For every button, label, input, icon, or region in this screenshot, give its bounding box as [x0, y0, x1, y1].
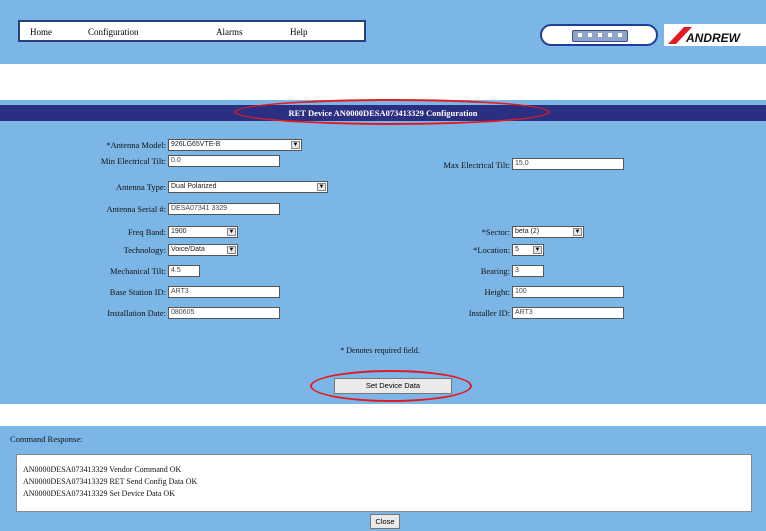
lower-band: [0, 404, 766, 426]
device-logo: [540, 24, 658, 46]
nav-help[interactable]: Help: [290, 27, 308, 37]
chevron-down-icon: ▼: [533, 246, 542, 254]
chevron-down-icon: ▼: [227, 228, 236, 236]
location-label: *Location:: [473, 245, 510, 255]
height-field[interactable]: 100: [512, 286, 624, 298]
antenna-model-select[interactable]: 926LG65VTE-B ▼: [168, 139, 302, 151]
antenna-model-label: *Antenna Model:: [106, 140, 166, 150]
response-line: AN0000DESA073413329 Set Device Data OK: [23, 489, 175, 498]
andrew-logo-text: ANDREW: [686, 31, 740, 45]
andrew-logo: ANDREW: [664, 24, 766, 46]
bearing-label: Bearing:: [480, 266, 510, 276]
installer-id-label: Installer ID:: [468, 308, 510, 318]
chevron-down-icon: ▼: [317, 183, 326, 191]
response-line: AN0000DESA073413329 RET Send Config Data…: [23, 477, 198, 486]
chevron-down-icon: ▼: [573, 228, 582, 236]
response-line: AN0000DESA073413329 Vendor Command OK: [23, 465, 182, 474]
nav-alarms[interactable]: Alarms: [216, 27, 243, 37]
max-tilt-label: Max Electrical Tilt:: [443, 160, 510, 170]
technology-select[interactable]: Voice/Data ▼: [168, 244, 238, 256]
base-station-field[interactable]: ART3: [168, 286, 280, 298]
antenna-serial-field[interactable]: DESA07341 3329: [168, 203, 280, 215]
config-title: RET Device AN0000DESA073413329 Configura…: [288, 108, 478, 118]
freq-band-select[interactable]: 1900 ▼: [168, 226, 238, 238]
antenna-type-select[interactable]: Dual Polarized ▼: [168, 181, 328, 193]
nav-home[interactable]: Home: [30, 27, 52, 37]
top-band: [0, 64, 766, 100]
config-title-bar: RET Device AN0000DESA073413329 Configura…: [0, 105, 766, 121]
technology-label: Technology:: [123, 245, 166, 255]
top-nav: Home Configuration Alarms Help: [18, 20, 366, 42]
max-tilt-field[interactable]: 15.0: [512, 158, 624, 170]
command-response-box: AN0000DESA073413329 Vendor Command OK AN…: [16, 454, 752, 512]
close-button[interactable]: Close: [370, 514, 400, 529]
antenna-serial-label: Antenna Serial #:: [106, 204, 166, 214]
required-note: * Denotes required field.: [340, 346, 420, 355]
chevron-down-icon: ▼: [227, 246, 236, 254]
command-response-heading: Command Response:: [10, 434, 83, 444]
install-date-field[interactable]: 080605: [168, 307, 280, 319]
min-tilt-label: Min Electrical Tilt:: [100, 156, 166, 166]
bearing-field[interactable]: 3: [512, 265, 544, 277]
chevron-down-icon: ▼: [291, 141, 300, 149]
min-tilt-field[interactable]: 0.0: [168, 155, 280, 167]
base-station-label: Base Station ID:: [109, 287, 166, 297]
mech-tilt-field[interactable]: 4.5: [168, 265, 200, 277]
device-chip-icon: [572, 30, 628, 42]
set-device-data-button[interactable]: Set Device Data: [334, 378, 452, 394]
install-date-label: Installation Date:: [107, 308, 166, 318]
sector-select[interactable]: beta (2) ▼: [512, 226, 584, 238]
sector-label: *Sector:: [481, 227, 510, 237]
freq-band-label: Freq Band:: [127, 227, 166, 237]
height-label: Height:: [484, 287, 511, 297]
antenna-type-label: Antenna Type:: [116, 182, 166, 192]
installer-id-field[interactable]: ART3: [512, 307, 624, 319]
location-select[interactable]: 5 ▼: [512, 244, 544, 256]
mech-tilt-label: Mechanical Tilt:: [110, 266, 166, 276]
nav-configuration[interactable]: Configuration: [88, 27, 139, 37]
